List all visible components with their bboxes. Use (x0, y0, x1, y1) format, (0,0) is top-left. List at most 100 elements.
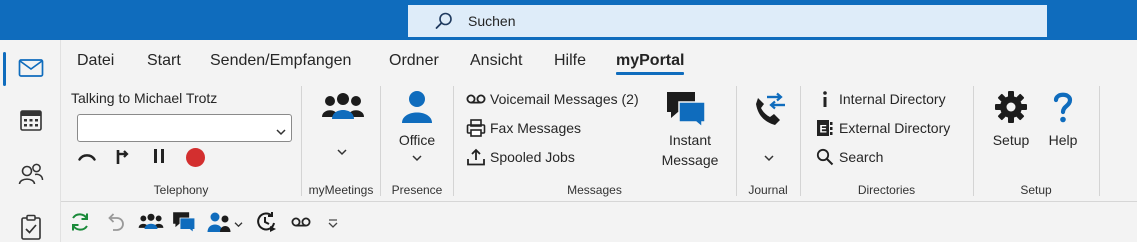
mymeetings-group-label: myMeetings (308, 183, 374, 197)
setup-group-label: Setup (1020, 183, 1052, 197)
contacts-icon (207, 211, 231, 236)
voicemail-messages-label: Voicemail Messages (2) (490, 91, 639, 107)
mail-nav-button[interactable] (0, 44, 61, 94)
help-button[interactable]: Help (1039, 88, 1087, 174)
fax-messages-button[interactable]: Fax Messages (465, 118, 581, 138)
chat-icon (665, 90, 707, 131)
call-status: Talking to Michael Trotz (71, 90, 218, 106)
refresh-button[interactable] (68, 212, 92, 234)
person-icon (401, 90, 433, 127)
tasks-nav-button[interactable] (0, 203, 61, 242)
undo-icon (104, 211, 126, 236)
journal-button[interactable] (742, 88, 796, 174)
tasks-icon (20, 214, 42, 242)
directory-search-label: Search (839, 149, 884, 165)
record-icon (185, 147, 205, 167)
pause-button[interactable] (147, 146, 171, 168)
people-nav-button[interactable] (0, 150, 61, 200)
quick-access-toolbar (61, 202, 1137, 242)
voicemail-messages-button[interactable]: Voicemail Messages (2) (465, 89, 639, 109)
tab-datei[interactable]: Datei (77, 52, 114, 70)
chevron-down-icon (764, 154, 774, 165)
mail-icon (18, 58, 44, 81)
group-divider (800, 86, 801, 196)
meetings-icon (321, 90, 365, 127)
qat-chat-button[interactable] (172, 211, 196, 236)
help-icon (1052, 90, 1074, 127)
record-button[interactable] (183, 146, 207, 168)
chevron-down-icon (234, 215, 243, 231)
presence-office-button[interactable]: Office (387, 88, 447, 174)
people-icon (18, 162, 44, 189)
chevron-down-icon (337, 148, 347, 159)
phone-transfer-icon (751, 92, 787, 129)
group-divider (380, 86, 381, 196)
refresh-icon (69, 211, 91, 236)
left-navigation (0, 40, 61, 242)
directories-group-label: Directories (857, 183, 916, 197)
call-combo[interactable] (77, 114, 292, 142)
transfer-button[interactable] (110, 146, 134, 168)
search-icon (432, 9, 456, 33)
directory-search-button[interactable]: Search (814, 147, 883, 167)
journal-group-label: Journal (748, 183, 788, 197)
group-divider (453, 86, 454, 196)
mymeetings-button[interactable] (312, 90, 374, 174)
external-directory-icon: E (814, 118, 836, 138)
fax-icon (465, 118, 487, 138)
chat-icon (172, 211, 196, 236)
tab-start[interactable]: Start (147, 52, 181, 70)
setup-label: Setup (992, 132, 1030, 148)
group-divider (736, 86, 737, 196)
help-label: Help (1048, 132, 1078, 148)
search-box[interactable]: Suchen (408, 5, 1047, 37)
internal-directory-button[interactable]: Internal Directory (814, 89, 946, 109)
calendar-icon (19, 108, 43, 135)
qat-customize-button[interactable] (325, 212, 341, 234)
qat-contacts-button[interactable] (203, 212, 247, 234)
ribbon-tabs: Datei Start Senden/Empfangen Ordner Ansi… (61, 40, 1137, 84)
group-divider (1099, 86, 1100, 196)
qat-journal-button[interactable] (254, 211, 278, 234)
chevron-down-icon (412, 154, 422, 165)
gear-icon (994, 90, 1028, 127)
calendar-nav-button[interactable] (0, 96, 61, 146)
group-divider (973, 86, 974, 196)
voicemail-icon (465, 89, 487, 109)
fax-messages-label: Fax Messages (490, 120, 582, 136)
tab-ordner[interactable]: Ordner (389, 52, 439, 70)
office-label: Office (398, 132, 436, 148)
customize-icon (327, 215, 339, 231)
info-icon (814, 89, 836, 109)
search-placeholder: Suchen (468, 13, 516, 29)
spooled-jobs-button[interactable]: Spooled Jobs (465, 147, 575, 167)
voicemail-icon (290, 215, 312, 231)
tab-myportal[interactable]: myPortal (616, 52, 685, 75)
internal-directory-label: Internal Directory (839, 91, 946, 107)
tab-hilfe[interactable]: Hilfe (554, 52, 586, 70)
hangup-button[interactable] (75, 146, 99, 168)
undo-button[interactable] (103, 212, 127, 234)
chevron-down-icon (276, 123, 286, 139)
instant-message-label-line2: Message (661, 152, 719, 168)
presence-group-label: Presence (391, 183, 443, 197)
search-icon (814, 147, 836, 167)
external-directory-label: External Directory (839, 120, 951, 136)
meetings-icon (138, 212, 164, 235)
tab-senden-empfangen[interactable]: Senden/Empfangen (210, 52, 351, 70)
external-directory-button[interactable]: E External Directory (814, 118, 950, 138)
setup-button[interactable]: Setup (985, 88, 1037, 174)
title-bar: Suchen (0, 0, 1137, 40)
pause-icon (152, 148, 166, 167)
telephony-group-label: Telephony (153, 183, 209, 197)
tab-ansicht[interactable]: Ansicht (470, 52, 522, 70)
ribbon: Datei Start Senden/Empfangen Ordner Ansi… (61, 40, 1137, 202)
qat-voicemail-button[interactable] (289, 212, 313, 234)
hangup-icon (78, 149, 96, 165)
qat-meetings-button[interactable] (137, 212, 165, 234)
spooled-jobs-label: Spooled Jobs (490, 149, 575, 165)
instant-message-button[interactable]: Instant Message (653, 88, 727, 174)
upload-icon (465, 147, 487, 167)
instant-message-label-line1: Instant (668, 132, 712, 148)
messages-group-label: Messages (567, 183, 622, 197)
